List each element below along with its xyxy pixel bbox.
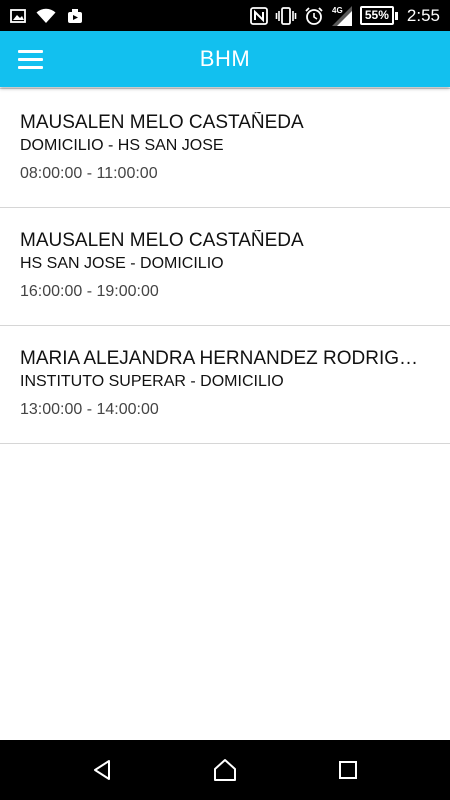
- recents-icon[interactable]: [323, 745, 373, 795]
- status-right-icons: 4G 55% 2:55: [249, 4, 440, 27]
- camera-icon: [66, 7, 84, 25]
- item-time: 16:00:00 - 19:00:00: [20, 283, 159, 300]
- item-route: HS SAN JOSE - DOMICILIO: [20, 255, 224, 272]
- navigation-bar: [0, 740, 450, 800]
- svg-text:4G: 4G: [332, 6, 343, 15]
- menu-bar-line: [18, 65, 43, 69]
- nfc-icon: [249, 6, 268, 25]
- signal-4g-icon: 4G: [331, 5, 353, 27]
- list-item[interactable]: MAUSALEN MELO CASTAÑEDA HS SAN JOSE - DO…: [0, 208, 450, 326]
- status-left-icons: [10, 5, 84, 26]
- item-time: 08:00:00 - 11:00:00: [20, 165, 158, 182]
- battery-tip: [394, 11, 398, 20]
- menu-bar-line: [18, 49, 43, 53]
- wifi-icon: [36, 8, 56, 24]
- item-name: MAUSALEN MELO CASTAÑEDA: [20, 230, 304, 251]
- vibrate-icon: [275, 6, 297, 25]
- list-top-divider: [0, 88, 450, 89]
- battery-indicator: 55%: [359, 6, 398, 25]
- app-bar: BHM: [0, 31, 450, 87]
- trip-list: MAUSALEN MELO CASTAÑEDA DOMICILIO - HS S…: [0, 90, 450, 444]
- item-name: MAUSALEN MELO CASTAÑEDA: [20, 112, 304, 133]
- menu-bar-line: [18, 57, 43, 61]
- list-item[interactable]: MARIA ALEJANDRA HERNANDEZ RODRIGUEZ INST…: [0, 326, 450, 444]
- item-route: DOMICILIO - HS SAN JOSE: [20, 137, 224, 154]
- status-time: 2:55: [406, 5, 440, 25]
- image-icon: [10, 8, 26, 24]
- battery-percent: 55%: [359, 6, 394, 25]
- hamburger-menu-icon[interactable]: [14, 43, 50, 75]
- item-route: INSTITUTO SUPERAR - DOMICILIO: [20, 373, 284, 390]
- item-time: 13:00:00 - 14:00:00: [20, 401, 159, 418]
- app-title: BHM: [199, 46, 251, 71]
- home-icon[interactable]: [200, 745, 250, 795]
- alarm-icon: [304, 6, 324, 26]
- list-item[interactable]: MAUSALEN MELO CASTAÑEDA DOMICILIO - HS S…: [0, 90, 450, 208]
- item-name: MARIA ALEJANDRA HERNANDEZ RODRIGUEZ: [20, 348, 430, 369]
- back-icon[interactable]: [77, 745, 127, 795]
- status-bar: 4G 55% 2:55: [0, 0, 450, 31]
